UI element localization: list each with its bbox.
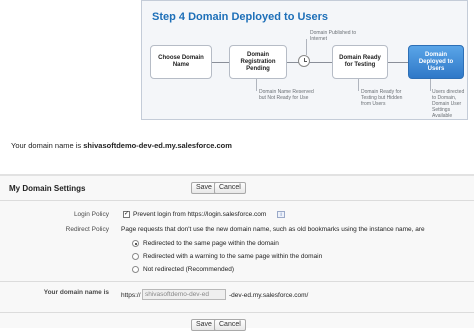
divider	[0, 200, 474, 201]
step-deployed: Domain Deployed to Users	[408, 45, 464, 79]
redirect-option-label-1: Redirected to the same page within the d…	[143, 240, 279, 247]
redirect-option-label-3: Not redirected (Recommended)	[143, 266, 235, 273]
redirect-option-radio-1[interactable]	[132, 240, 139, 247]
step-title: Step 4 Domain Deployed to Users	[152, 11, 329, 23]
step-diagram: Step 4 Domain Deployed to Users Domain P…	[141, 0, 468, 120]
domain-name-line: Your domain name is shivasoftdemo-dev-ed…	[11, 141, 232, 150]
clock-icon	[298, 55, 310, 67]
cancel-button-top[interactable]: Cancel	[214, 182, 246, 194]
step-registration-pending: Domain Registration Pending	[229, 45, 287, 79]
redirect-option-radio-2[interactable]	[132, 253, 139, 260]
divider	[0, 312, 474, 313]
connector-reserved	[256, 79, 257, 91]
divider	[0, 281, 474, 282]
domain-field-suffix: -dev-ed.my.salesforce.com/	[229, 292, 309, 299]
step-choose-domain: Choose Domain Name	[150, 45, 212, 79]
connector	[388, 62, 408, 63]
panel-title: My Domain Settings	[9, 184, 86, 193]
redirect-option-label-2: Redirected with a warning to the same pa…	[143, 253, 323, 260]
domain-field-prefix: https://	[121, 292, 141, 299]
connector-published	[306, 39, 307, 55]
note-published: Domain Published to Internet	[310, 30, 357, 42]
connector	[212, 62, 229, 63]
note-reserved: Domain Name Reserved but Not Ready for U…	[259, 89, 314, 101]
domain-name-input[interactable]	[142, 289, 226, 300]
redirect-policy-description: Page requests that don't use the new dom…	[121, 226, 425, 233]
info-icon[interactable]: i	[277, 211, 285, 218]
note-testing: Domain Ready for Testing but Hidden from…	[361, 89, 403, 107]
redirect-option-radio-3[interactable]	[132, 266, 139, 273]
connector-redirected	[430, 79, 431, 91]
note-redirected: Users directed to Domain, Domain User Se…	[432, 89, 465, 119]
domain-prefix: Your domain name is	[11, 141, 84, 150]
domain-field-label: Your domain name is	[43, 289, 109, 296]
connector-testing	[358, 79, 359, 91]
domain-name: shivasoftdemo-dev-ed.my.salesforce.com	[83, 141, 232, 150]
prevent-login-text: Prevent login from https://login.salesfo…	[133, 211, 267, 218]
redirect-policy-label: Redirect Policy	[65, 226, 109, 233]
prevent-login-checkbox[interactable]: ✓	[123, 211, 130, 218]
login-policy-label: Login Policy	[73, 211, 109, 218]
step-ready-testing: Domain Ready for Testing	[332, 45, 388, 79]
my-domain-settings-panel: My Domain Settings Save Cancel Login Pol…	[0, 174, 474, 331]
cancel-button-bottom[interactable]: Cancel	[214, 319, 246, 331]
